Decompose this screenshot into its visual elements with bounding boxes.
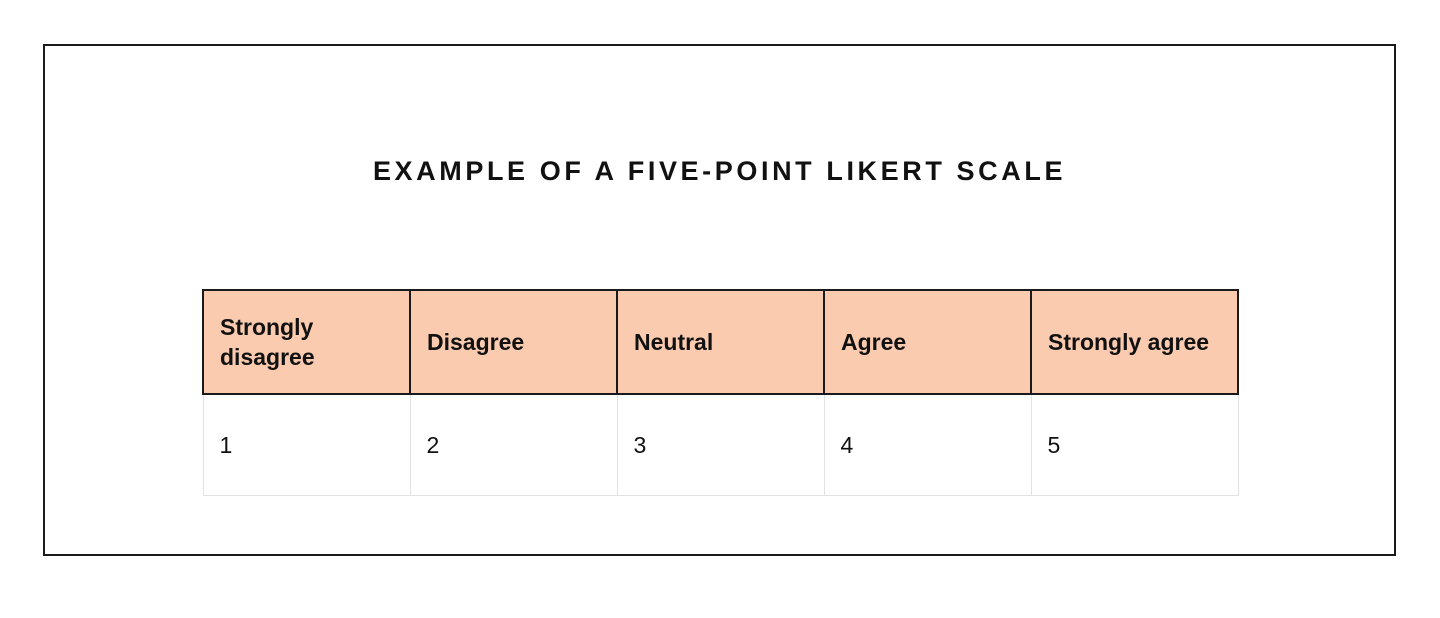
table-body: 1 2 3 4 5 (203, 394, 1238, 495)
likert-scale-table: Strongly disagree Disagree Neutral Agree… (202, 289, 1239, 496)
table-header: Strongly disagree Disagree Neutral Agree… (203, 290, 1238, 394)
page-canvas: EXAMPLE OF A FIVE-POINT LIKERT SCALE Str… (0, 0, 1440, 618)
value-cell-strongly-disagree: 1 (203, 394, 410, 495)
value-cell-agree: 4 (824, 394, 1031, 495)
header-cell-strongly-disagree: Strongly disagree (203, 290, 410, 394)
value-cell-strongly-agree: 5 (1031, 394, 1238, 495)
table-header-row: Strongly disagree Disagree Neutral Agree… (203, 290, 1238, 394)
content-frame: EXAMPLE OF A FIVE-POINT LIKERT SCALE Str… (43, 44, 1396, 556)
header-cell-neutral: Neutral (617, 290, 824, 394)
table-row: 1 2 3 4 5 (203, 394, 1238, 495)
header-cell-strongly-agree: Strongly agree (1031, 290, 1238, 394)
page-title: EXAMPLE OF A FIVE-POINT LIKERT SCALE (45, 154, 1394, 188)
value-cell-neutral: 3 (617, 394, 824, 495)
header-cell-agree: Agree (824, 290, 1031, 394)
header-cell-disagree: Disagree (410, 290, 617, 394)
value-cell-disagree: 2 (410, 394, 617, 495)
